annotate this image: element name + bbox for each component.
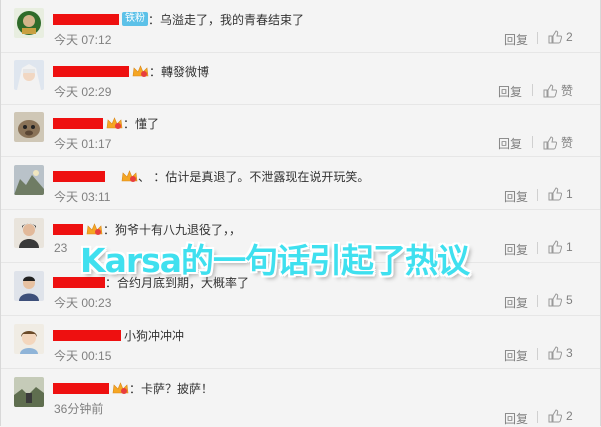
overlay-caption: Karsa的一句话引起了热议 xyxy=(80,241,470,280)
like-button[interactable]: 赞 xyxy=(543,134,573,151)
crown-icon xyxy=(132,64,149,78)
reply-button[interactable]: 回复 xyxy=(504,31,528,48)
redacted-username[interactable] xyxy=(53,65,129,77)
like-button[interactable]: 2 xyxy=(548,409,573,423)
like-button[interactable]: 2 xyxy=(548,30,573,44)
reply-button[interactable]: 回复 xyxy=(504,410,528,427)
comment-time: 今天 00:23 xyxy=(54,296,112,310)
divider xyxy=(537,411,538,423)
thumbs-up-icon xyxy=(548,30,562,44)
avatar[interactable] xyxy=(14,324,44,354)
comment-time: 今天 07:12 xyxy=(54,33,112,47)
like-count: 2 xyxy=(566,30,573,44)
reply-button[interactable]: 回复 xyxy=(498,135,522,152)
crown-icon xyxy=(112,381,129,395)
avatar[interactable] xyxy=(14,165,44,195)
redacted-username[interactable] xyxy=(53,170,105,182)
avatar[interactable] xyxy=(14,112,44,142)
like-button[interactable]: 赞 xyxy=(543,82,573,99)
divider xyxy=(532,136,533,148)
redacted-username[interactable] xyxy=(53,223,83,235)
avatar[interactable] xyxy=(14,377,44,407)
redacted-username[interactable] xyxy=(53,382,109,394)
thumbs-up-icon xyxy=(543,83,557,97)
thumbs-up-icon xyxy=(548,293,562,307)
thumbs-up-icon xyxy=(548,240,562,254)
redacted-username[interactable] xyxy=(53,329,121,341)
crown-icon xyxy=(121,169,138,183)
comment-text: 、 ：估计是真退了。不泄露现在说开玩笑。 xyxy=(138,169,370,184)
comment-item: ：轉發微博 今天 02:29 回复 赞 xyxy=(1,52,600,105)
like-button[interactable]: 3 xyxy=(548,346,573,360)
redacted-username[interactable] xyxy=(53,117,103,129)
comment-item: ：懂了 今天 01:17 回复 赞 xyxy=(1,104,600,157)
avatar[interactable] xyxy=(14,60,44,90)
fan-badge: 铁粉 xyxy=(122,12,148,26)
avatar[interactable] xyxy=(14,8,44,38)
like-button[interactable]: 1 xyxy=(548,240,573,254)
comment-time: 今天 01:17 xyxy=(54,137,112,151)
comment-list: 铁粉 ：乌溢走了，我的青春结束了 今天 07:12 回复 2 ：轉發微博 今天 … xyxy=(0,0,601,426)
divider xyxy=(537,32,538,44)
reply-button[interactable]: 回复 xyxy=(504,294,528,311)
comment-item: 、 ：估计是真退了。不泄露现在说开玩笑。 今天 03:11 回复 1 xyxy=(1,157,600,210)
divider xyxy=(537,295,538,307)
divider xyxy=(537,189,538,201)
thumbs-up-icon xyxy=(543,135,557,149)
comment-text: ：乌溢走了，我的青春结束了 xyxy=(148,12,305,27)
divider xyxy=(537,242,538,254)
reply-button[interactable]: 回复 xyxy=(504,241,528,258)
redacted-username[interactable] xyxy=(53,13,119,25)
avatar[interactable] xyxy=(14,271,44,301)
avatar[interactable] xyxy=(14,218,44,248)
like-count: 1 xyxy=(566,240,573,254)
comment-item: 铁粉 ：乌溢走了，我的青春结束了 今天 07:12 回复 2 xyxy=(1,0,600,53)
comment-time: 23 xyxy=(54,241,68,255)
reply-button[interactable]: 回复 xyxy=(504,347,528,364)
thumbs-up-icon xyxy=(548,409,562,423)
crown-icon xyxy=(106,116,123,130)
comment-item: 小狗冲冲冲 今天 00:15 回复 3 xyxy=(1,316,600,369)
thumbs-up-icon xyxy=(548,346,562,360)
like-count: 5 xyxy=(566,293,573,307)
comment-text: 小狗冲冲冲 xyxy=(124,328,185,343)
comment-time: 今天 02:29 xyxy=(54,85,112,99)
reply-button[interactable]: 回复 xyxy=(498,83,522,100)
like-count: 赞 xyxy=(561,136,574,150)
comment-text: ：轉發微博 xyxy=(149,64,210,79)
comment-time: 36分钟前 xyxy=(54,402,104,416)
comment-time: 今天 03:11 xyxy=(54,190,111,204)
like-count: 1 xyxy=(566,187,573,201)
like-count: 赞 xyxy=(561,84,574,98)
comment-time: 今天 00:15 xyxy=(54,349,112,363)
like-button[interactable]: 5 xyxy=(548,293,573,307)
comment-text: ：懂了 xyxy=(123,116,160,131)
like-count: 2 xyxy=(566,409,573,423)
divider xyxy=(537,348,538,360)
reply-button[interactable]: 回复 xyxy=(504,188,528,205)
comment-item: ：卡萨？披萨！ 36分钟前 回复 2 xyxy=(1,369,600,426)
like-count: 3 xyxy=(566,346,573,360)
like-button[interactable]: 1 xyxy=(548,187,573,201)
thumbs-up-icon xyxy=(548,187,562,201)
comment-text: ：卡萨？披萨！ xyxy=(129,381,214,396)
divider xyxy=(532,84,533,96)
